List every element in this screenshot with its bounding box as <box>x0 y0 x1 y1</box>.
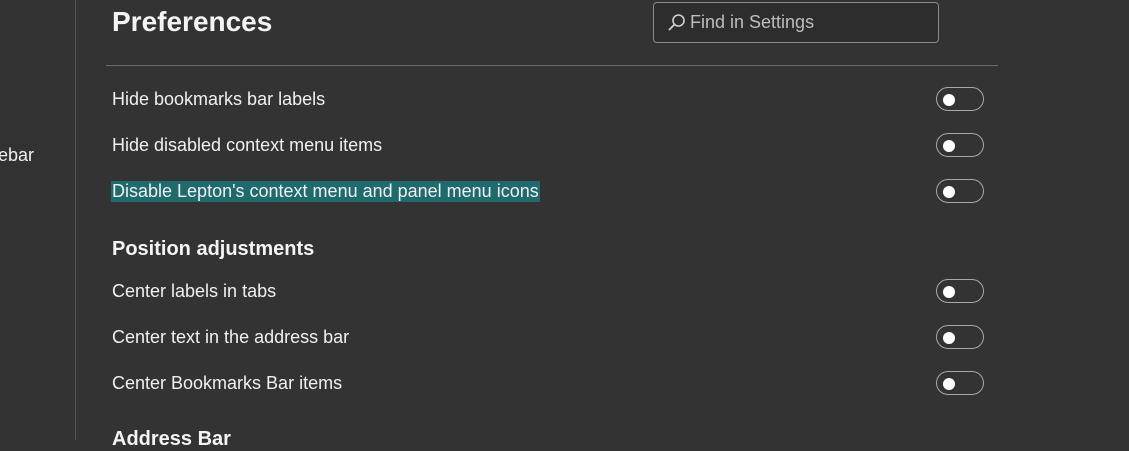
search-box[interactable] <box>653 2 939 43</box>
setting-label: Hide bookmarks bar labels <box>112 89 326 109</box>
toggle-disable-context-menu-icons[interactable] <box>936 179 984 203</box>
setting-label: Center Bookmarks Bar items <box>112 373 343 393</box>
toggle-knob <box>943 186 955 198</box>
toggle-knob <box>943 286 955 298</box>
toggle-hide-disabled-context-menu-items[interactable] <box>936 133 984 157</box>
toggle-center-bookmarks-bar-items[interactable] <box>936 371 984 395</box>
toggle-center-text-in-address-bar[interactable] <box>936 325 984 349</box>
setting-row: Center text in the address bar <box>112 325 984 353</box>
toggle-knob <box>943 378 955 390</box>
toggle-hide-bookmarks-bar-labels[interactable] <box>936 87 984 111</box>
setting-label: Center text in the address bar <box>112 327 350 347</box>
sidebar: ebar <box>0 0 76 440</box>
toggle-knob <box>943 140 955 152</box>
setting-row: Center labels in tabs <box>112 279 984 307</box>
search-icon <box>666 12 688 34</box>
toggle-knob <box>943 332 955 344</box>
setting-row: Disable Lepton's context menu and panel … <box>111 179 984 207</box>
search-input[interactable] <box>688 12 930 33</box>
setting-row: Center Bookmarks Bar items <box>112 371 984 399</box>
section-heading-position-adjustments: Position adjustments <box>112 238 315 260</box>
setting-label: Center labels in tabs <box>112 281 277 301</box>
page-title: Preferences <box>112 6 273 37</box>
setting-label: Hide disabled context menu items <box>112 135 383 155</box>
setting-label-highlighted: Disable Lepton's context menu and panel … <box>111 181 540 202</box>
setting-row: Hide disabled context menu items <box>112 133 984 161</box>
sidebar-item-sidebar[interactable]: ebar <box>0 145 34 166</box>
toggle-center-labels-in-tabs[interactable] <box>936 279 984 303</box>
setting-row: Hide bookmarks bar labels <box>112 87 984 115</box>
header-divider <box>106 65 998 66</box>
toggle-knob <box>943 94 955 106</box>
